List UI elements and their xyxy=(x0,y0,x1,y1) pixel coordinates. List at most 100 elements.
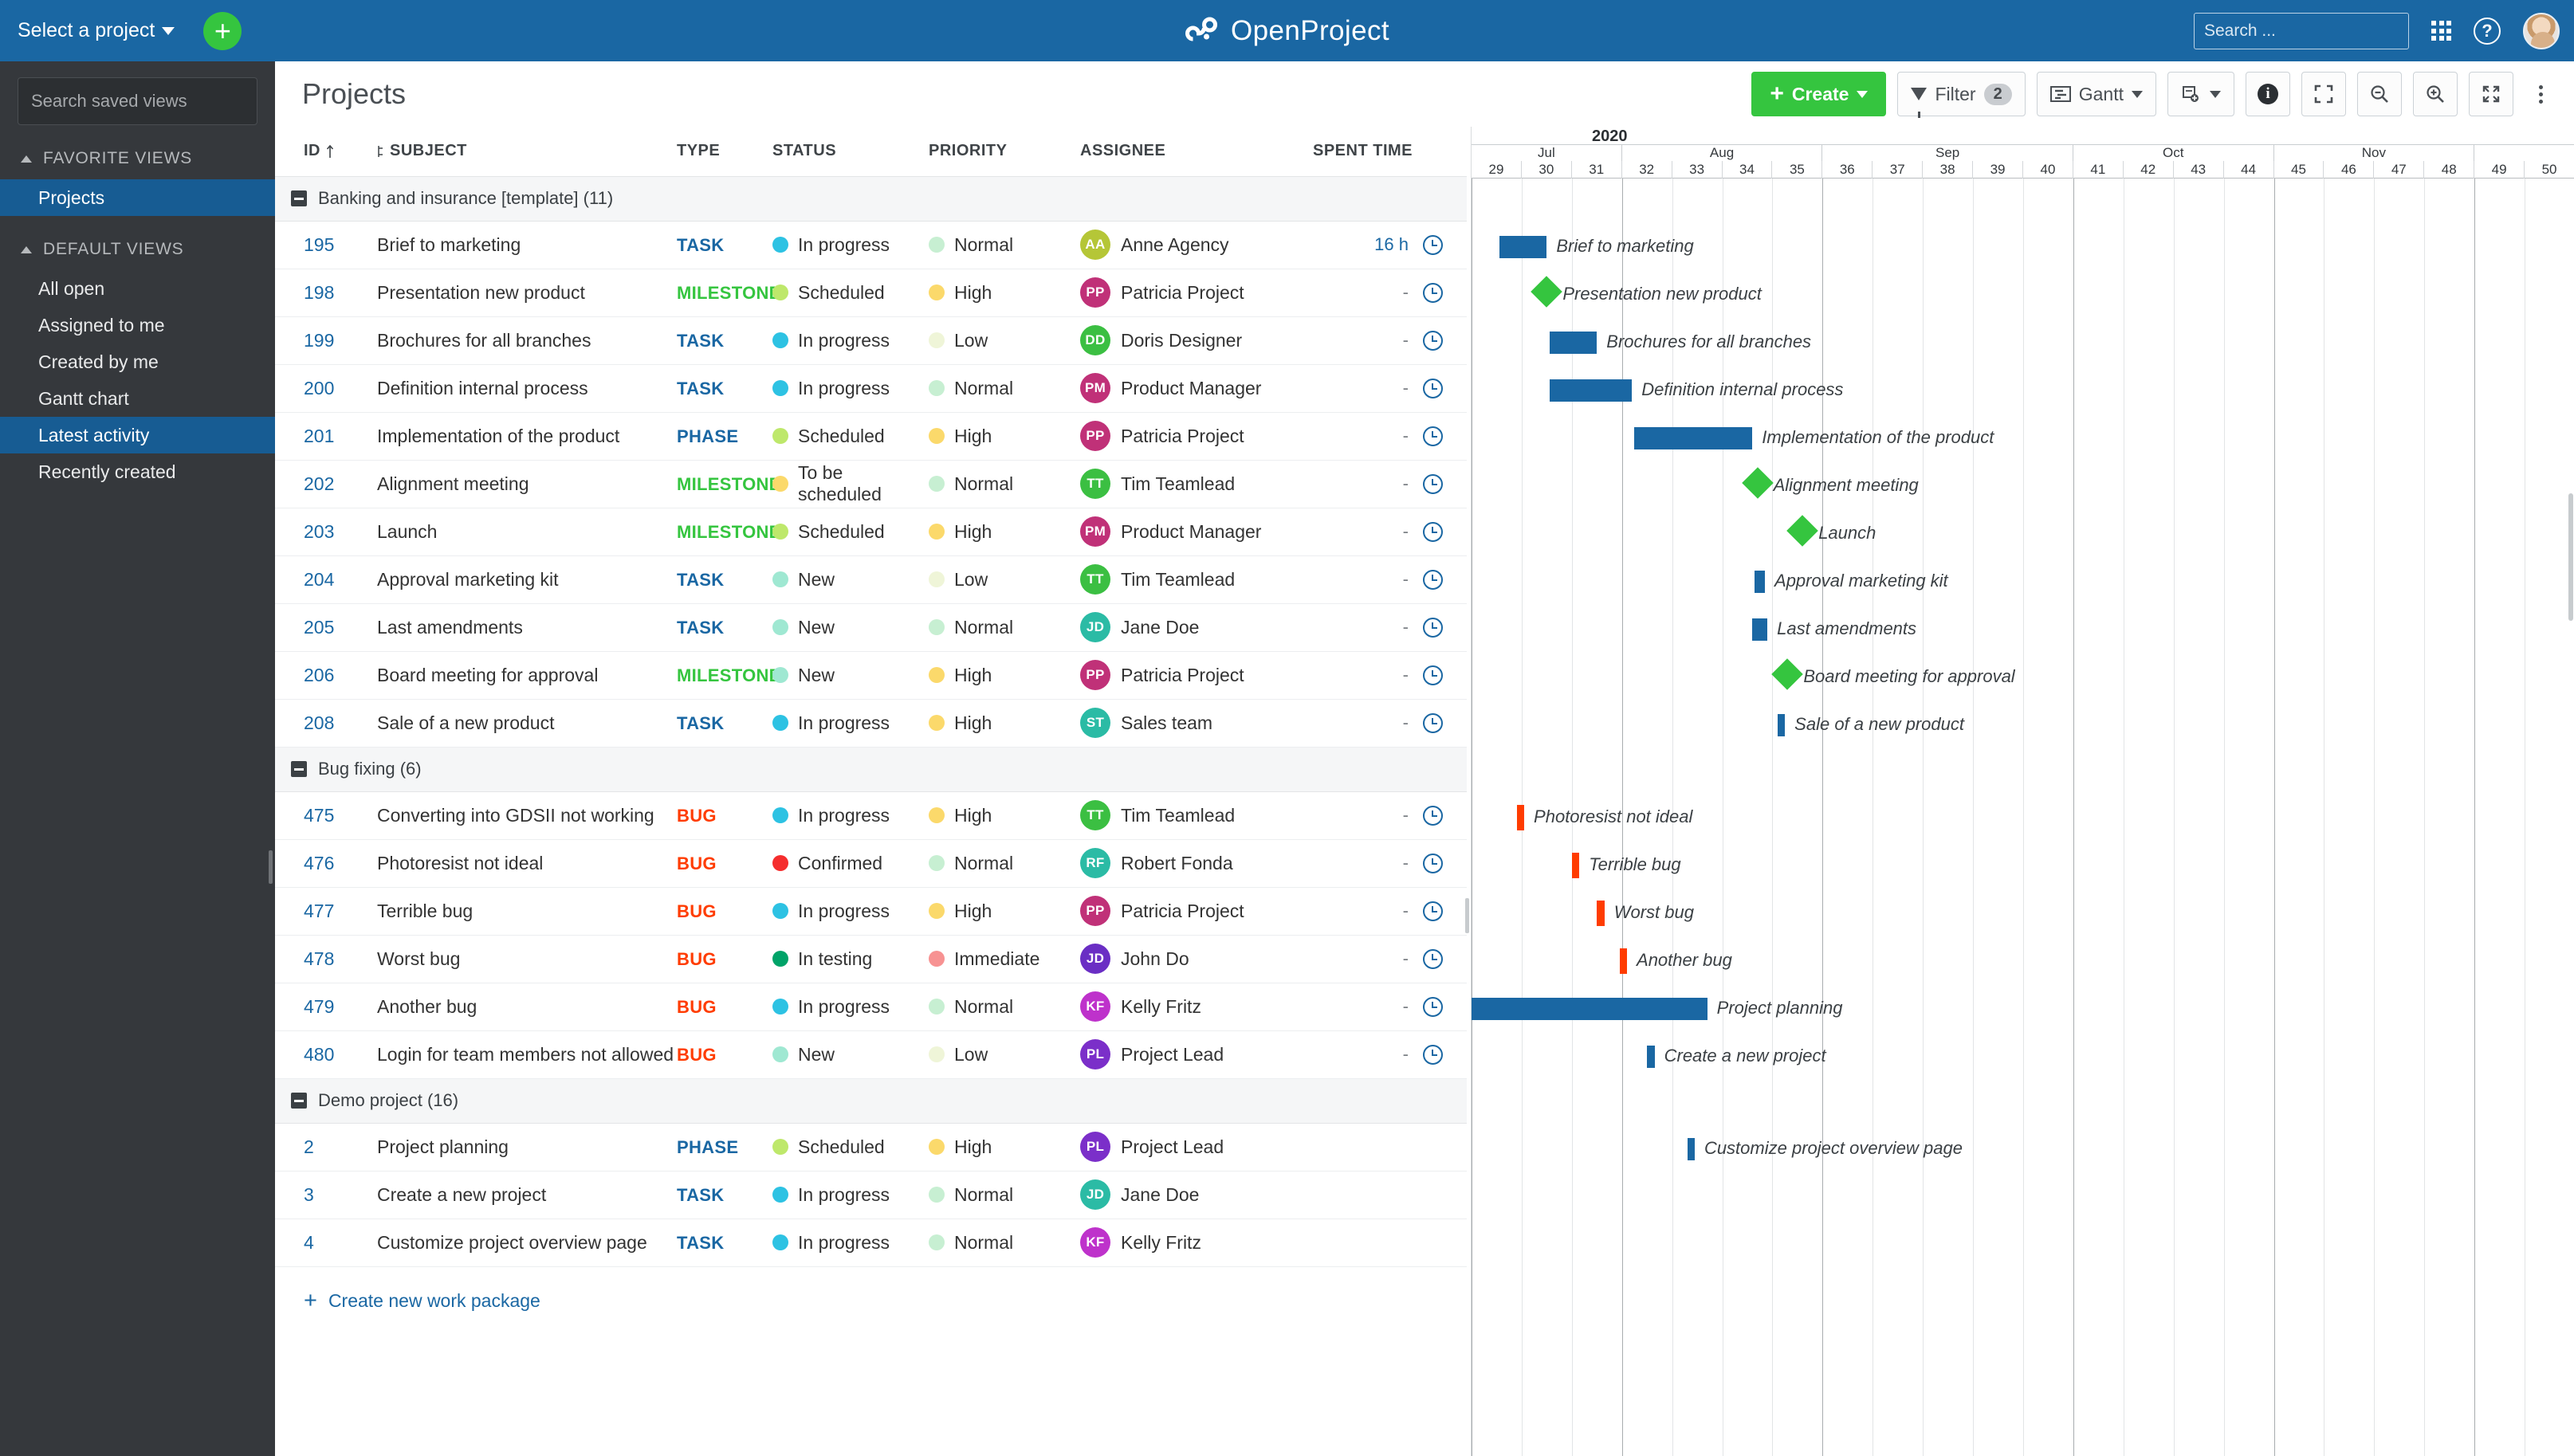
priority-badge[interactable]: High xyxy=(929,665,1069,686)
work-package-subject[interactable]: Board meeting for approval xyxy=(367,651,677,700)
clock-icon[interactable] xyxy=(1423,234,1443,255)
table-row[interactable]: 477 Terrible bug BUG In progress High PP Patri… xyxy=(275,887,1467,936)
clock-icon[interactable] xyxy=(1423,330,1443,351)
work-package-subject[interactable]: Project planning xyxy=(367,1123,677,1171)
clock-icon[interactable] xyxy=(1423,569,1443,590)
table-row[interactable]: 208 Sale of a new product TASK In progress H… xyxy=(275,699,1467,748)
gantt-bar[interactable] xyxy=(1755,571,1765,593)
work-package-subject[interactable]: Create a new project xyxy=(367,1171,677,1219)
assignee-cell[interactable]: ST Sales team xyxy=(1069,708,1302,738)
spent-time-value[interactable]: - xyxy=(1403,996,1409,1017)
gantt-bug-bar[interactable] xyxy=(1571,853,1580,878)
saved-views-search[interactable] xyxy=(18,77,261,125)
saved-views-search-input[interactable] xyxy=(31,91,261,112)
add-button[interactable]: + xyxy=(203,11,242,50)
priority-badge[interactable]: Immediate xyxy=(929,948,1069,970)
project-selector[interactable]: Select a project xyxy=(18,19,175,42)
work-package-id-link[interactable]: 2 xyxy=(304,1136,314,1157)
sidebar-resize-handle[interactable] xyxy=(269,850,273,884)
gantt-bug-bar[interactable] xyxy=(1597,901,1605,926)
status-badge[interactable]: Scheduled xyxy=(772,426,929,447)
gantt-scrollbar[interactable] xyxy=(2568,493,2573,621)
table-row[interactable]: 3 Create a new project TASK In progress Norm… xyxy=(275,1171,1467,1219)
work-package-type[interactable]: TASK xyxy=(677,570,724,590)
status-badge[interactable]: In testing xyxy=(772,948,929,970)
gantt-bar[interactable] xyxy=(1634,427,1753,449)
work-package-id-link[interactable]: 478 xyxy=(304,948,334,969)
work-package-type[interactable]: TASK xyxy=(677,1185,724,1205)
work-package-subject[interactable]: Definition internal process xyxy=(367,364,677,413)
gantt-bar[interactable] xyxy=(1752,618,1768,641)
collapse-icon[interactable] xyxy=(291,190,307,206)
assignee-cell[interactable]: JD John Do xyxy=(1069,944,1302,974)
assignee-cell[interactable]: PL Project Lead xyxy=(1069,1132,1302,1162)
user-avatar[interactable] xyxy=(2523,12,2560,49)
clock-icon[interactable] xyxy=(1423,521,1443,542)
spent-time-value[interactable]: 16 h xyxy=(1374,234,1409,255)
gantt-milestone-diamond[interactable] xyxy=(1771,658,1804,690)
priority-badge[interactable]: High xyxy=(929,426,1069,447)
table-row[interactable]: 202 Alignment meeting MILESTONE To be sched… xyxy=(275,460,1467,508)
clock-icon[interactable] xyxy=(1423,426,1443,446)
sidebar-item-projects[interactable]: Projects xyxy=(0,179,275,216)
work-package-subject[interactable]: Login for team members not allowed xyxy=(367,1030,677,1079)
priority-badge[interactable]: Low xyxy=(929,1044,1069,1066)
work-package-id-link[interactable]: 199 xyxy=(304,330,334,351)
spent-time-cell[interactable]: - xyxy=(1302,712,1443,733)
clock-icon[interactable] xyxy=(1423,665,1443,685)
sidebar-item-assigned-to-me[interactable]: Assigned to me xyxy=(0,307,275,343)
clock-icon[interactable] xyxy=(1423,282,1443,303)
table-row[interactable]: 201 Implementation of the product PHASE Sch… xyxy=(275,412,1467,461)
status-badge[interactable]: To be scheduled xyxy=(772,462,929,505)
gantt-milestone-diamond[interactable] xyxy=(1741,467,1774,499)
assignee-cell[interactable]: PP Patricia Project xyxy=(1069,421,1302,451)
work-package-id-link[interactable]: 477 xyxy=(304,901,334,921)
status-badge[interactable]: New xyxy=(772,665,929,686)
create-new-work-package-link[interactable]: + Create new work package xyxy=(275,1267,1467,1313)
spent-time-value[interactable]: - xyxy=(1403,378,1409,398)
spent-time-cell[interactable]: - xyxy=(1302,665,1443,685)
assignee-cell[interactable]: TT Tim Teamlead xyxy=(1069,564,1302,595)
table-row[interactable]: 205 Last amendments TASK New Normal JD Jane Do… xyxy=(275,603,1467,652)
help-question-icon[interactable]: ? xyxy=(2474,17,2501,45)
create-button[interactable]: + Create xyxy=(1751,72,1887,116)
table-row[interactable]: 4 Customize project overview page TASK In p… xyxy=(275,1219,1467,1267)
spent-time-value[interactable]: - xyxy=(1403,853,1409,873)
work-package-type[interactable]: BUG xyxy=(677,997,717,1017)
assignee-cell[interactable]: JD Jane Doe xyxy=(1069,612,1302,642)
work-package-type[interactable]: BUG xyxy=(677,901,717,921)
spent-time-cell[interactable]: - xyxy=(1302,330,1443,351)
priority-badge[interactable]: Low xyxy=(929,330,1069,351)
table-row[interactable]: 2 Project planning PHASE Scheduled High PL Pro… xyxy=(275,1123,1467,1171)
assignee-cell[interactable]: PP Patricia Project xyxy=(1069,896,1302,926)
priority-badge[interactable]: High xyxy=(929,282,1069,304)
priority-badge[interactable]: Normal xyxy=(929,617,1069,638)
clock-icon[interactable] xyxy=(1423,948,1443,969)
table-row[interactable]: 480 Login for team members not allowed BUG… xyxy=(275,1030,1467,1079)
work-package-type[interactable]: TASK xyxy=(677,379,724,398)
spent-time-value[interactable]: - xyxy=(1403,521,1409,542)
table-row[interactable]: 198 Presentation new product MILESTONE Sche… xyxy=(275,269,1467,317)
work-package-type[interactable]: TASK xyxy=(677,235,724,255)
spent-time-cell[interactable]: - xyxy=(1302,617,1443,638)
priority-badge[interactable]: High xyxy=(929,1136,1069,1158)
work-package-id-link[interactable]: 3 xyxy=(304,1184,314,1205)
gantt-milestone-diamond[interactable] xyxy=(1531,276,1563,308)
assignee-cell[interactable]: KF Kelly Fritz xyxy=(1069,991,1302,1022)
assignee-cell[interactable]: AA Anne Agency xyxy=(1069,230,1302,260)
assignee-cell[interactable]: PP Patricia Project xyxy=(1069,277,1302,308)
status-badge[interactable]: Confirmed xyxy=(772,853,929,874)
clock-icon[interactable] xyxy=(1423,853,1443,873)
work-package-id-link[interactable]: 480 xyxy=(304,1044,334,1065)
priority-badge[interactable]: High xyxy=(929,712,1069,734)
gantt-bar[interactable] xyxy=(1549,332,1597,354)
spent-time-cell[interactable]: - xyxy=(1302,1044,1443,1065)
work-package-type[interactable]: TASK xyxy=(677,1233,724,1253)
spent-time-cell[interactable]: - xyxy=(1302,473,1443,494)
assignee-cell[interactable]: KF Kelly Fritz xyxy=(1069,1227,1302,1258)
spent-time-value[interactable]: - xyxy=(1403,617,1409,638)
table-row[interactable]: 478 Worst bug BUG In testing Immediate JD John… xyxy=(275,935,1467,983)
status-badge[interactable]: New xyxy=(772,1044,929,1066)
table-row[interactable]: 206 Board meeting for approval MILESTONE Ne… xyxy=(275,651,1467,700)
zen-mode-button[interactable] xyxy=(2301,72,2346,116)
